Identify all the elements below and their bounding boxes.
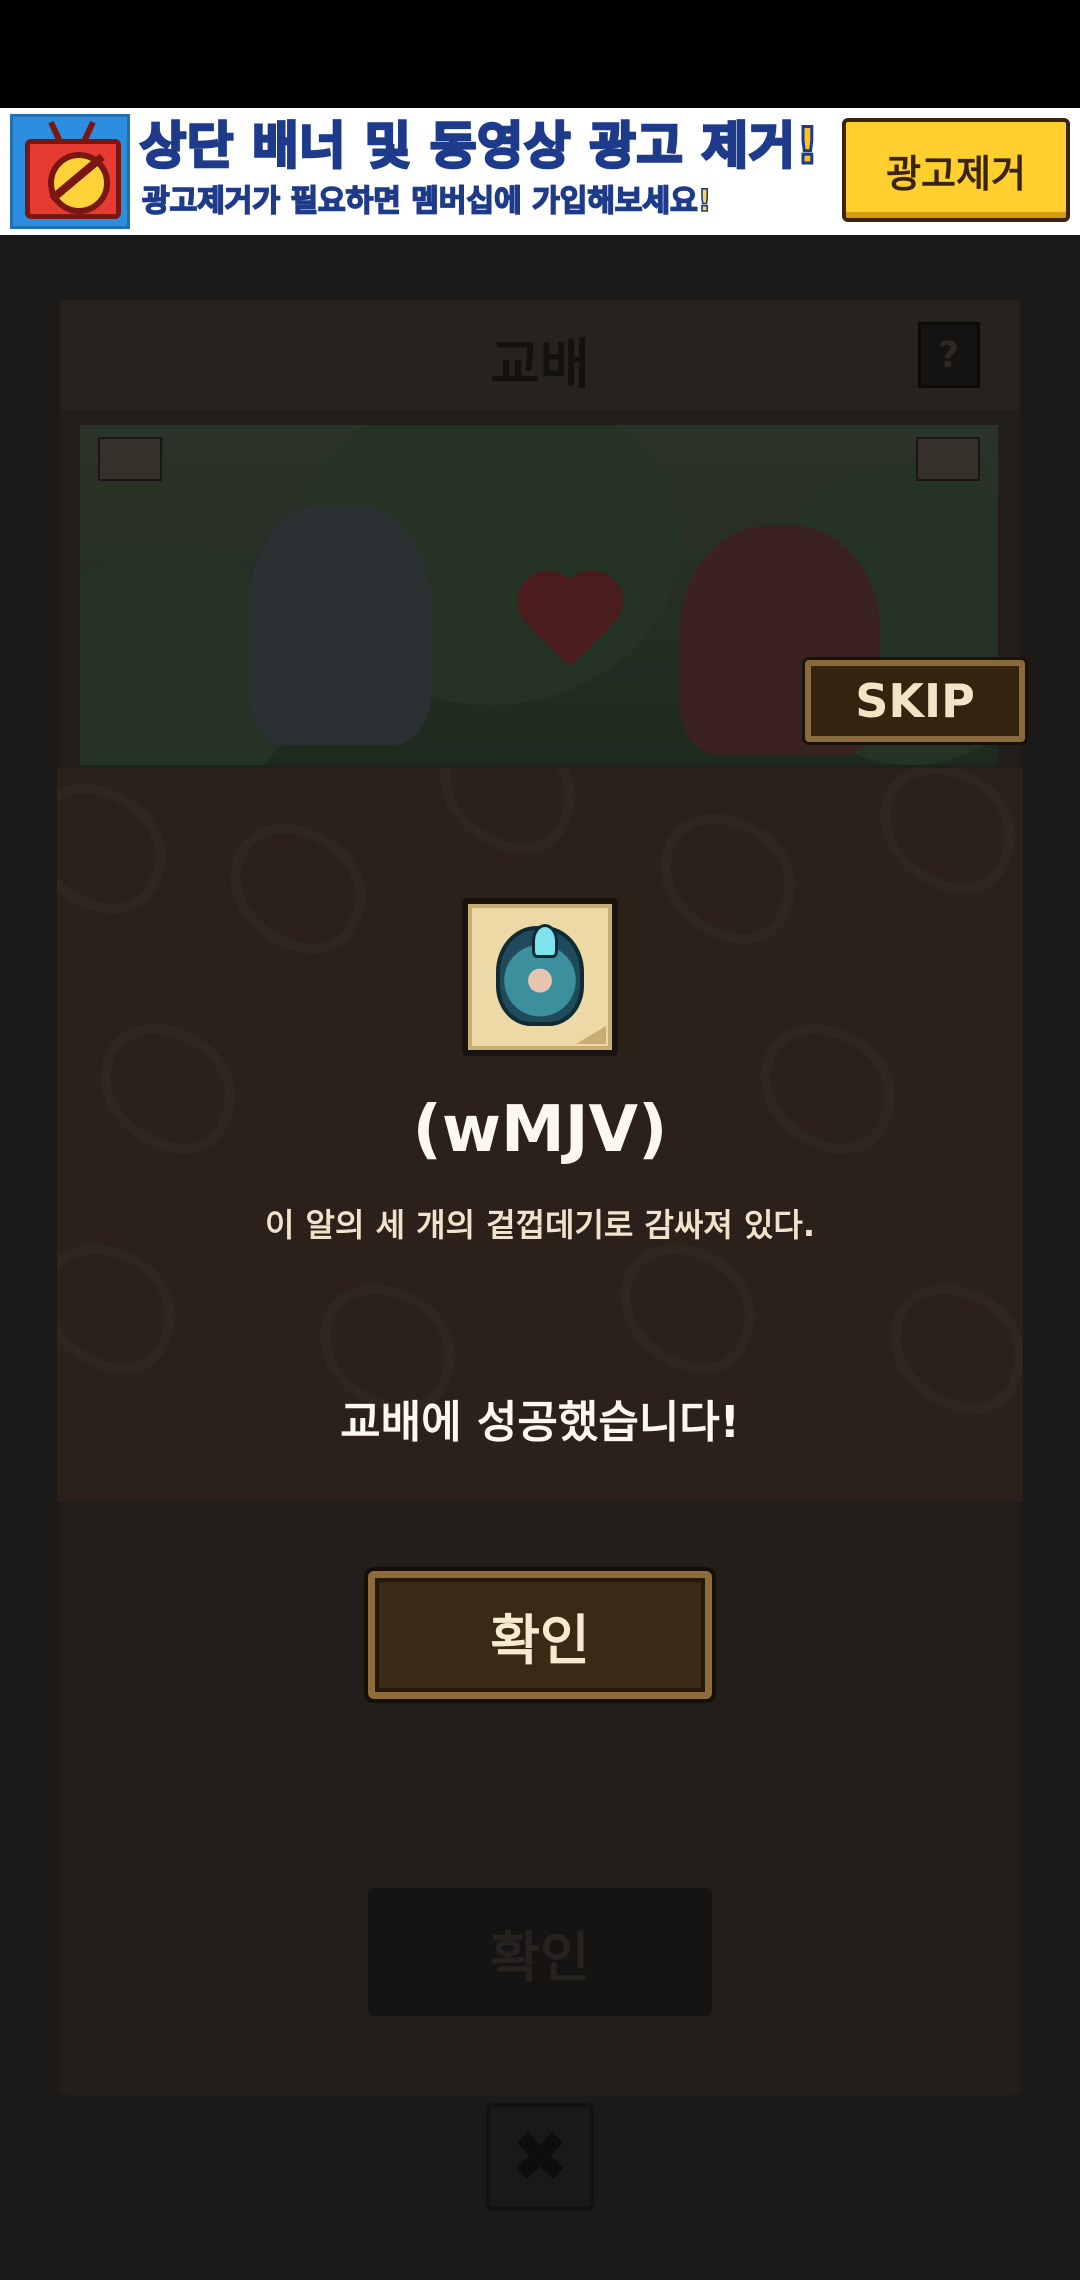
- remove-ads-button[interactable]: 광고제거: [842, 118, 1070, 222]
- parent-left-tag: [98, 437, 162, 481]
- item-description: 이 알의 세 개의 겉껍데기로 감싸져 있다.: [264, 1206, 816, 1244]
- result-message: 교배에 성공했습니다!: [340, 1397, 740, 1448]
- close-icon: ✖: [486, 2103, 594, 2211]
- heart-icon: [510, 575, 630, 675]
- skip-button[interactable]: SKIP: [805, 660, 1025, 742]
- parent-monster-left: [250, 505, 430, 745]
- ad-title: 상단 배너 및 동영상 광고 제거!: [139, 116, 821, 177]
- ad-subtitle: 광고제거가 필요하면 멤버십에 가입해보세요!: [141, 183, 712, 220]
- item-name: (wMJV): [412, 1093, 668, 1167]
- confirm-button[interactable]: 확인: [368, 1571, 712, 1699]
- status-bar: [0, 0, 1080, 108]
- background-confirm-button: 확인: [368, 1888, 712, 2016]
- egg-item-icon: [496, 924, 584, 1026]
- result-dialog: (wMJV) 이 알의 세 개의 겉껍데기로 감싸져 있다. 교배에 성공했습니…: [57, 768, 1023, 1501]
- parent-right-tag: [916, 437, 980, 481]
- help-button[interactable]: ?: [918, 322, 980, 388]
- ad-banner[interactable]: 상단 배너 및 동영상 광고 제거! 광고제거가 필요하면 멤버십에 가입해보세…: [0, 108, 1080, 235]
- no-ad-tv-icon: [10, 114, 130, 229]
- item-frame: [462, 898, 618, 1056]
